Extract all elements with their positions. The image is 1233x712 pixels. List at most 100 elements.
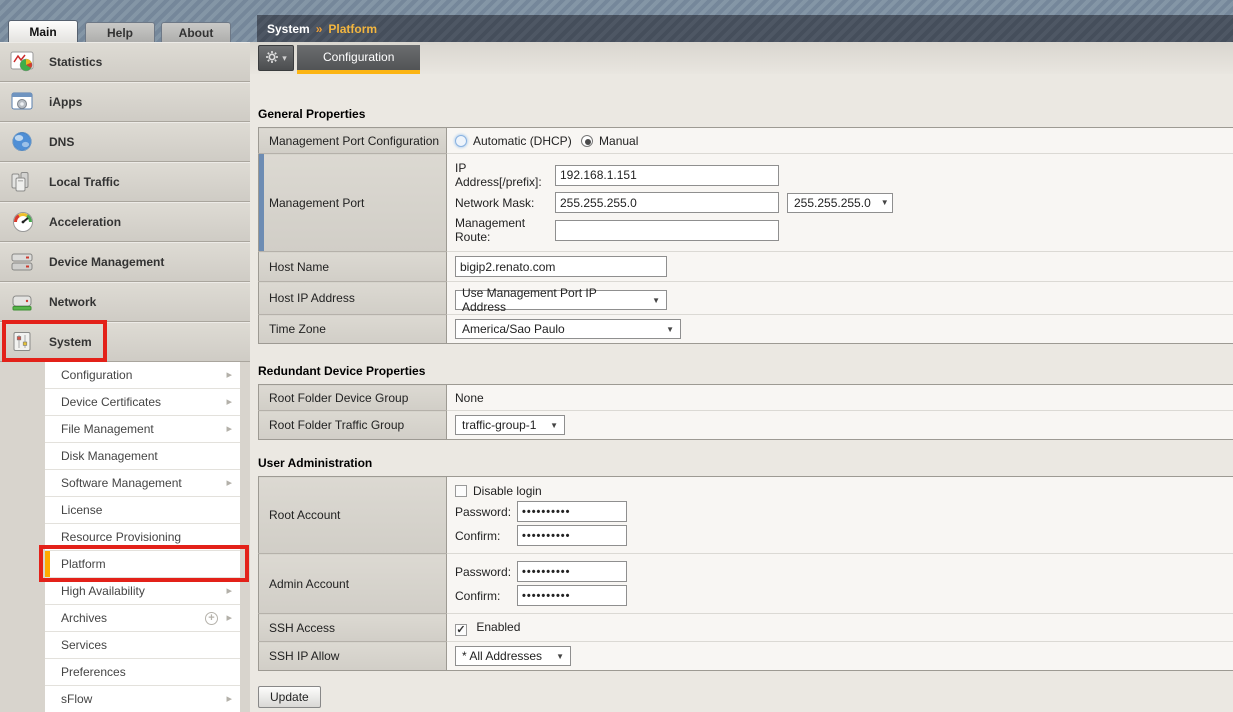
submenu-item-label: sFlow: [61, 692, 92, 706]
submenu-item-device-certificates[interactable]: Device Certificates ▸: [45, 389, 240, 416]
password-label: Password:: [455, 505, 517, 519]
row-label: SSH Access: [259, 614, 447, 642]
submenu-item-file-management[interactable]: File Management ▸: [45, 416, 240, 443]
submenu-item-high-availability[interactable]: High Availability ▸: [45, 578, 240, 605]
sidebar-item-network[interactable]: Network: [0, 282, 250, 322]
table-row: Host IP Address Use Management Port IP A…: [259, 282, 1233, 315]
select-arrow-icon: ▼: [556, 652, 564, 661]
ssh-access-checkbox[interactable]: ✓: [455, 624, 467, 636]
management-route-label: Management Route:: [455, 216, 555, 244]
sidebar-item-system[interactable]: System: [0, 322, 250, 362]
chevron-right-icon: ▸: [226, 605, 232, 632]
acceleration-icon: [10, 210, 36, 234]
chevron-right-icon: ▸: [226, 470, 232, 497]
sidebar-item-label: Local Traffic: [49, 175, 120, 189]
submenu-item-disk-management[interactable]: Disk Management: [45, 443, 240, 470]
row-label: Root Account: [259, 477, 447, 554]
network-mask-select[interactable]: 255.255.255.0 ▼: [787, 193, 893, 213]
tab-configuration[interactable]: Configuration: [297, 45, 420, 74]
submenu-item-resource-provisioning[interactable]: Resource Provisioning: [45, 524, 240, 551]
sidebar-item-label: Statistics: [49, 55, 102, 69]
submenu-item-label: Platform: [61, 557, 106, 571]
password-label: Password:: [455, 565, 517, 579]
admin-password-input[interactable]: [517, 561, 627, 582]
network-mask-label: Network Mask:: [455, 196, 555, 210]
submenu-item-archives[interactable]: Archives + ▸: [45, 605, 240, 632]
submenu-item-configuration[interactable]: Configuration ▸: [45, 362, 240, 389]
chevron-right-icon: ▸: [226, 686, 232, 712]
admin-confirm-input[interactable]: [517, 585, 627, 606]
options-gear-button[interactable]: ▾: [258, 45, 294, 71]
root-confirm-input[interactable]: [517, 525, 627, 546]
statistics-icon: [10, 50, 36, 74]
network-mask-input[interactable]: [555, 192, 779, 213]
submenu-item-label: Configuration: [61, 368, 132, 382]
tab-main[interactable]: Main: [8, 20, 78, 42]
ssh-enabled-label: Enabled: [476, 620, 520, 634]
submenu-item-label: Services: [61, 638, 107, 652]
table-row: Management Port IP Address[/prefix]: Net…: [259, 154, 1233, 252]
ip-address-label: IP Address[/prefix]:: [455, 161, 555, 189]
tab-help[interactable]: Help: [85, 22, 155, 42]
row-label: Admin Account: [259, 554, 447, 614]
sidebar-item-iapps[interactable]: iApps: [0, 82, 250, 122]
sidebar-item-device-management[interactable]: Device Management: [0, 242, 250, 282]
chevron-right-icon: ▸: [226, 389, 232, 416]
submenu-item-services[interactable]: Services: [45, 632, 240, 659]
disable-login-checkbox[interactable]: [455, 485, 467, 497]
time-zone-select[interactable]: America/Sao Paulo ▼: [455, 319, 681, 339]
sidebar-item-label: Network: [49, 295, 96, 309]
radio-automatic-dhcp[interactable]: [455, 135, 467, 147]
sidebar-item-acceleration[interactable]: Acceleration: [0, 202, 250, 242]
disable-login-label: Disable login: [473, 484, 542, 498]
confirm-label: Confirm:: [455, 529, 517, 543]
submenu-item-label: File Management: [61, 422, 154, 436]
submenu-item-label: Preferences: [61, 665, 126, 679]
select-arrow-icon: ▼: [666, 325, 674, 334]
section-title-redundant-device-properties: Redundant Device Properties: [258, 364, 1233, 378]
sidebar-item-statistics[interactable]: Statistics: [0, 42, 250, 82]
ip-address-input[interactable]: [555, 165, 779, 186]
sidebar-item-label: iApps: [49, 95, 82, 109]
ssh-ip-allow-select[interactable]: * All Addresses ▼: [455, 646, 571, 666]
row-label: Management Port: [259, 154, 447, 252]
confirm-label: Confirm:: [455, 589, 517, 603]
gear-icon: [265, 50, 279, 67]
submenu-item-sflow[interactable]: sFlow ▸: [45, 686, 240, 712]
host-ip-address-select[interactable]: Use Management Port IP Address ▼: [455, 290, 667, 310]
row-label: Host Name: [259, 252, 447, 282]
submenu-item-platform[interactable]: Platform: [45, 551, 240, 578]
row-label: Root Folder Device Group: [259, 385, 447, 411]
submenu-item-software-management[interactable]: Software Management ▸: [45, 470, 240, 497]
update-button[interactable]: Update: [258, 686, 321, 708]
table-row: Host Name: [259, 252, 1233, 282]
chevron-right-icon: ▸: [226, 416, 232, 443]
table-row: SSH IP Allow * All Addresses ▼: [259, 642, 1233, 671]
sidebar: Statistics iApps: [0, 42, 250, 712]
sidebar-item-dns[interactable]: DNS: [0, 122, 250, 162]
host-name-input[interactable]: [455, 256, 667, 277]
device-management-icon: [10, 250, 36, 274]
page-tab-strip: ▾ Configuration: [250, 42, 1233, 74]
radio-manual[interactable]: [581, 135, 593, 147]
sidebar-item-local-traffic[interactable]: Local Traffic: [0, 162, 250, 202]
submenu-item-preferences[interactable]: Preferences: [45, 659, 240, 686]
add-archive-icon[interactable]: +: [205, 612, 218, 625]
submenu-item-license[interactable]: License: [45, 497, 240, 524]
submenu-item-label: Software Management: [61, 476, 182, 490]
section-title-user-administration: User Administration: [258, 456, 1233, 470]
row-label: Root Folder Traffic Group: [259, 411, 447, 440]
submenu-item-label: Resource Provisioning: [61, 530, 181, 544]
breadcrumb-page: Platform: [328, 22, 377, 36]
root-folder-device-group-value: None: [455, 391, 484, 405]
local-traffic-icon: [10, 170, 36, 194]
redundant-device-properties-table: Root Folder Device Group None Root Folde…: [258, 384, 1233, 440]
section-title-general-properties: General Properties: [258, 107, 1233, 121]
root-folder-traffic-group-select[interactable]: traffic-group-1 ▼: [455, 415, 565, 435]
root-password-input[interactable]: [517, 501, 627, 522]
system-icon: [10, 330, 36, 354]
breadcrumb-system-link[interactable]: System: [267, 22, 310, 36]
tab-about[interactable]: About: [161, 22, 231, 42]
management-route-input[interactable]: [555, 220, 779, 241]
submenu-item-label: Archives: [61, 611, 107, 625]
